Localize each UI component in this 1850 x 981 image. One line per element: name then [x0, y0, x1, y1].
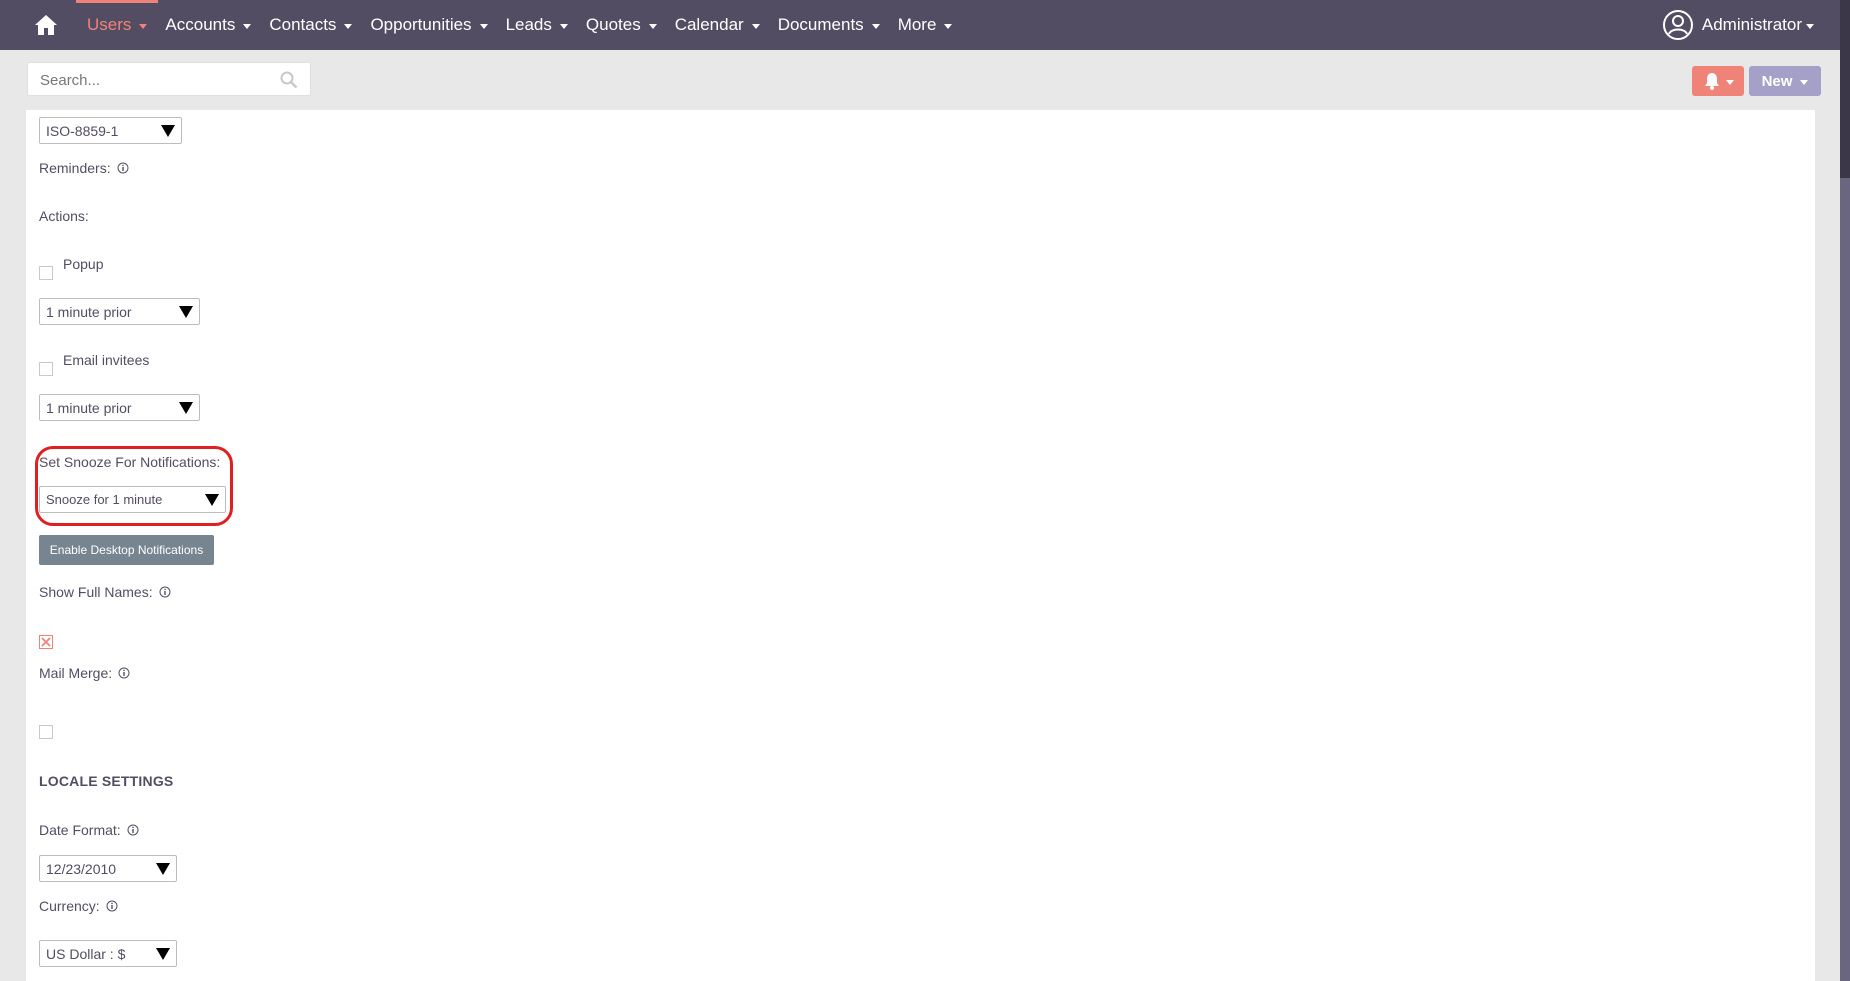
nav-label: Opportunities	[370, 15, 472, 34]
left-gutter	[0, 110, 26, 981]
popup-checkbox[interactable]	[39, 266, 53, 280]
caret-down-icon	[139, 23, 148, 29]
select-value: 12/23/2010	[46, 860, 117, 877]
label-text: Show Full Names:	[39, 584, 153, 600]
caret-down-icon	[648, 23, 657, 29]
mail-merge-checkbox[interactable]	[39, 725, 53, 739]
info-icon[interactable]	[159, 586, 171, 598]
notifications-button[interactable]	[1692, 66, 1744, 96]
new-button[interactable]: New	[1749, 66, 1821, 96]
popup-time-select[interactable]: 1 minute prior	[39, 298, 200, 325]
nav-label: Leads	[505, 15, 552, 34]
select-value: Snooze for 1 minute	[46, 492, 163, 507]
main-menu: Users Accounts Contacts Opportunities Le…	[87, 0, 970, 50]
snooze-label: Set Snooze For Notifications:	[39, 454, 220, 470]
nav-item-calendar[interactable]: Calendar	[675, 15, 760, 35]
caret-down-icon	[944, 23, 953, 29]
info-icon[interactable]	[117, 162, 129, 174]
search-box	[27, 62, 311, 97]
date-format-select[interactable]: 12/23/2010	[39, 855, 177, 882]
button-label: Enable Desktop Notifications	[49, 543, 204, 557]
top-navbar: Users Accounts Contacts Opportunities Le…	[0, 0, 1850, 50]
dropdown-arrow-icon	[205, 494, 219, 506]
caret-down-icon	[751, 23, 760, 29]
show-full-names-checkbox[interactable]	[39, 635, 53, 649]
info-icon[interactable]	[106, 900, 118, 912]
mail-merge-label: Mail Merge:	[39, 665, 130, 681]
caret-down-icon	[559, 23, 568, 29]
email-invitees-label: Email invitees	[63, 352, 149, 368]
caret-down-icon	[1806, 23, 1814, 29]
label-text: Popup	[63, 256, 104, 272]
label-text: Set Snooze For Notifications:	[39, 454, 221, 470]
nav-item-documents[interactable]: Documents	[778, 15, 880, 35]
dropdown-arrow-icon	[179, 402, 193, 414]
enable-desktop-notifications-button[interactable]: Enable Desktop Notifications	[39, 535, 214, 565]
popup-label: Popup	[63, 256, 103, 272]
select-value: 1 minute prior	[46, 303, 132, 320]
home-icon[interactable]	[34, 13, 58, 37]
caret-down-icon	[1800, 79, 1809, 85]
label-text: Actions:	[39, 208, 89, 224]
nav-item-opportunities[interactable]: Opportunities	[370, 15, 488, 35]
search-input[interactable]	[38, 63, 272, 97]
info-icon[interactable]	[127, 824, 139, 836]
caret-down-icon	[479, 23, 488, 29]
bell-icon	[1704, 73, 1719, 90]
nav-label: Users	[87, 15, 132, 34]
user-menu[interactable]: Administrator	[1662, 9, 1814, 41]
nav-label: Contacts	[269, 15, 337, 34]
nav-label: Quotes	[585, 15, 641, 34]
currency-label: Currency:	[39, 898, 118, 914]
snooze-select[interactable]: Snooze for 1 minute	[39, 486, 226, 513]
locale-settings-title: LOCALE SETTINGS	[39, 773, 174, 789]
date-format-label: Date Format:	[39, 822, 139, 838]
select-value: 1 minute prior	[46, 399, 132, 416]
nav-item-quotes[interactable]: Quotes	[586, 15, 657, 35]
nav-item-leads[interactable]: Leads	[506, 15, 568, 35]
search-icon[interactable]	[280, 71, 298, 89]
label-text: Email invitees	[63, 352, 150, 368]
dropdown-arrow-icon	[156, 863, 170, 875]
label-text: Currency:	[39, 898, 100, 914]
dropdown-arrow-icon	[179, 306, 193, 318]
user-avatar-icon	[1662, 10, 1693, 40]
caret-down-icon	[871, 23, 880, 29]
nav-item-more[interactable]: More	[898, 15, 953, 35]
select-value: US Dollar : $	[46, 945, 126, 962]
nav-item-contacts[interactable]: Contacts	[269, 15, 353, 35]
label-text: Mail Merge:	[39, 665, 113, 681]
new-button-label: New	[1761, 72, 1793, 90]
nav-label: More	[897, 15, 937, 34]
user-settings-form: ISO-8859-1 Reminders: Actions: Popup 1 m…	[26, 110, 1815, 981]
currency-select[interactable]: US Dollar : $	[39, 940, 177, 967]
charset-select[interactable]: ISO-8859-1	[39, 117, 182, 144]
reminders-label: Reminders:	[39, 160, 129, 176]
nav-item-accounts[interactable]: Accounts	[165, 15, 252, 35]
search-bar-area: New	[0, 50, 1850, 110]
check-x-icon	[41, 637, 51, 647]
nav-label: Documents	[777, 15, 864, 34]
user-name: Administrator	[1701, 15, 1802, 34]
caret-down-icon	[1725, 79, 1734, 85]
dropdown-arrow-icon	[161, 125, 175, 137]
nav-label: Accounts	[165, 15, 236, 34]
nav-label: Calendar	[674, 15, 744, 34]
caret-down-icon	[344, 23, 353, 29]
select-value: ISO-8859-1	[46, 122, 119, 139]
nav-item-users[interactable]: Users	[87, 15, 148, 35]
info-icon[interactable]	[118, 667, 130, 679]
caret-down-icon	[243, 23, 252, 29]
show-full-names-label: Show Full Names:	[39, 584, 171, 600]
email-invitees-checkbox[interactable]	[39, 362, 53, 376]
actions-label: Actions:	[39, 208, 89, 224]
label-text: Reminders:	[39, 160, 111, 176]
label-text: Date Format:	[39, 822, 121, 838]
dropdown-arrow-icon	[156, 948, 170, 960]
email-time-select[interactable]: 1 minute prior	[39, 394, 200, 421]
scrollbar-thumb[interactable]	[1840, 178, 1850, 981]
